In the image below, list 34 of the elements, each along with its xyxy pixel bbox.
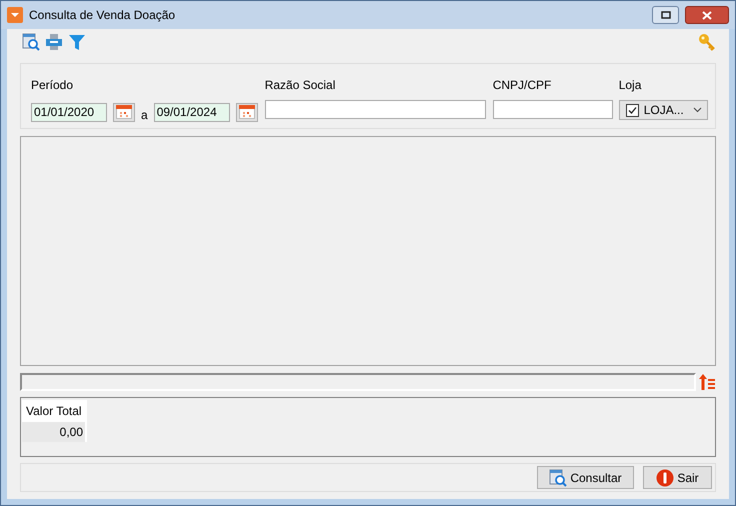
printer-icon[interactable] — [45, 33, 63, 51]
close-button[interactable] — [685, 6, 729, 24]
range-separator: a — [141, 107, 148, 124]
key-icon[interactable] — [698, 33, 716, 51]
store-value: LOJA... — [644, 102, 684, 119]
period-label: Período — [31, 77, 74, 94]
store-label: Loja — [618, 77, 642, 94]
app-icon — [7, 7, 23, 23]
search-icon — [22, 33, 40, 51]
date-field[interactable]: 01/01/2020 — [31, 102, 107, 122]
company-name-label: Razão Social — [264, 77, 336, 94]
search-icon — [549, 468, 568, 486]
restore-icon — [660, 11, 670, 19]
calendar-icon — [116, 105, 132, 119]
close-icon — [702, 10, 712, 20]
filter-icon[interactable] — [68, 33, 86, 51]
sort-icon[interactable] — [698, 373, 716, 391]
stop-icon — [656, 468, 674, 486]
total-value-label: Valor Total — [22, 400, 87, 422]
tax-id-label: CNPJ/CPF — [492, 77, 552, 94]
search-button[interactable]: Consultar — [537, 466, 634, 489]
company-name-field[interactable] — [264, 100, 486, 119]
store-checkbox[interactable] — [626, 104, 639, 116]
tax-id-field[interactable] — [492, 100, 613, 119]
calendar-button[interactable] — [113, 102, 135, 122]
calendar-button[interactable] — [236, 102, 258, 122]
chevron-down-icon — [692, 107, 702, 113]
store-dropdown[interactable]: LOJA... — [618, 100, 708, 120]
window-title: Consulta de Venda Doação — [29, 7, 176, 24]
calendar-icon — [238, 105, 255, 119]
date-field[interactable]: 09/01/2024 — [154, 102, 230, 122]
total-value: 0,00 — [22, 422, 87, 442]
exit-button[interactable]: Sair — [643, 466, 712, 489]
restore-button[interactable] — [652, 6, 679, 24]
